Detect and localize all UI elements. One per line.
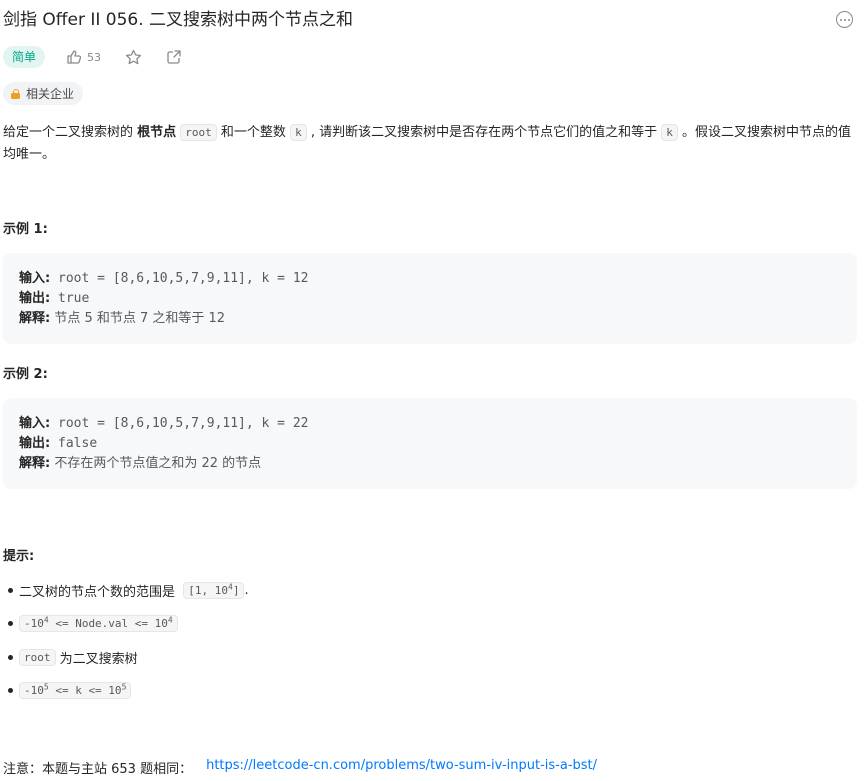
example-output: true — [50, 291, 90, 306]
star-icon — [125, 49, 142, 64]
example-1-title: 示例 1: — [3, 222, 48, 237]
more-icon[interactable] — [836, 11, 853, 28]
hint-item: -104 <= Node.val <= 104 — [8, 615, 178, 632]
root-node-bold: 根节点 — [137, 125, 177, 140]
hints-title: 提示: — [3, 549, 35, 564]
problem-description: 给定一个二叉搜索树的 根节点 root 和一个整数 k , 请判断该二叉搜索树中… — [3, 124, 851, 162]
example-2-title: 示例 2: — [3, 367, 48, 382]
input-label: 输入: — [19, 271, 51, 286]
note-link[interactable]: https://leetcode-cn.com/problems/two-sum… — [206, 758, 597, 777]
hint-item: 二叉树的节点个数的范围是 [1, 104]. — [8, 581, 249, 600]
code-root: root — [180, 124, 217, 141]
company-tag-button[interactable]: 相关企业 — [3, 82, 84, 105]
lock-icon — [11, 88, 20, 99]
code-k-2: k — [661, 124, 678, 141]
example-1-box: 输入: root = [8,6,10,5,7,9,11], k = 12 输出:… — [3, 253, 857, 344]
input-label: 输入: — [19, 416, 51, 431]
hint-code: [1, 104] — [183, 582, 245, 599]
hint-item: -105 <= k <= 105 — [8, 682, 132, 699]
example-2-box: 输入: root = [8,6,10,5,7,9,11], k = 22 输出:… — [3, 398, 857, 489]
output-label: 输出: — [19, 436, 51, 451]
hint-code: root — [19, 649, 56, 666]
explain-label: 解释: — [19, 311, 51, 326]
example-output: false — [50, 436, 98, 451]
hint-code: -104 <= Node.val <= 104 — [19, 615, 178, 632]
note: 注意：本题与主站 653 题相同： https://leetcode-cn.co… — [3, 758, 597, 777]
share-icon — [167, 50, 181, 64]
problem-meta-row: 简单 53 — [3, 45, 182, 69]
difficulty-badge: 简单 — [3, 46, 46, 68]
output-label: 输出: — [19, 291, 51, 306]
explain-label: 解释: — [19, 456, 51, 471]
example-explain: 不存在两个节点值之和为 22 的节点 — [50, 456, 262, 471]
problem-title: 剑指 Offer II 056. 二叉搜索树中两个节点之和 — [3, 10, 354, 30]
like-count: 53 — [87, 50, 102, 64]
hint-code: -105 <= k <= 105 — [19, 682, 132, 699]
example-input: root = [8,6,10,5,7,9,11], k = 12 — [50, 271, 309, 286]
example-input: root = [8,6,10,5,7,9,11], k = 22 — [50, 416, 309, 431]
thumbs-up-icon — [67, 50, 82, 64]
like-button[interactable]: 53 — [66, 49, 101, 65]
note-text: 注意：本题与主站 653 题相同： — [3, 762, 193, 777]
hint-item: root 为二叉搜索树 — [8, 648, 138, 667]
favorite-button[interactable] — [125, 49, 142, 66]
company-tag-label: 相关企业 — [26, 87, 75, 101]
code-k: k — [290, 124, 307, 141]
share-button[interactable] — [166, 49, 182, 65]
example-explain: 节点 5 和节点 7 之和等于 12 — [50, 311, 226, 326]
